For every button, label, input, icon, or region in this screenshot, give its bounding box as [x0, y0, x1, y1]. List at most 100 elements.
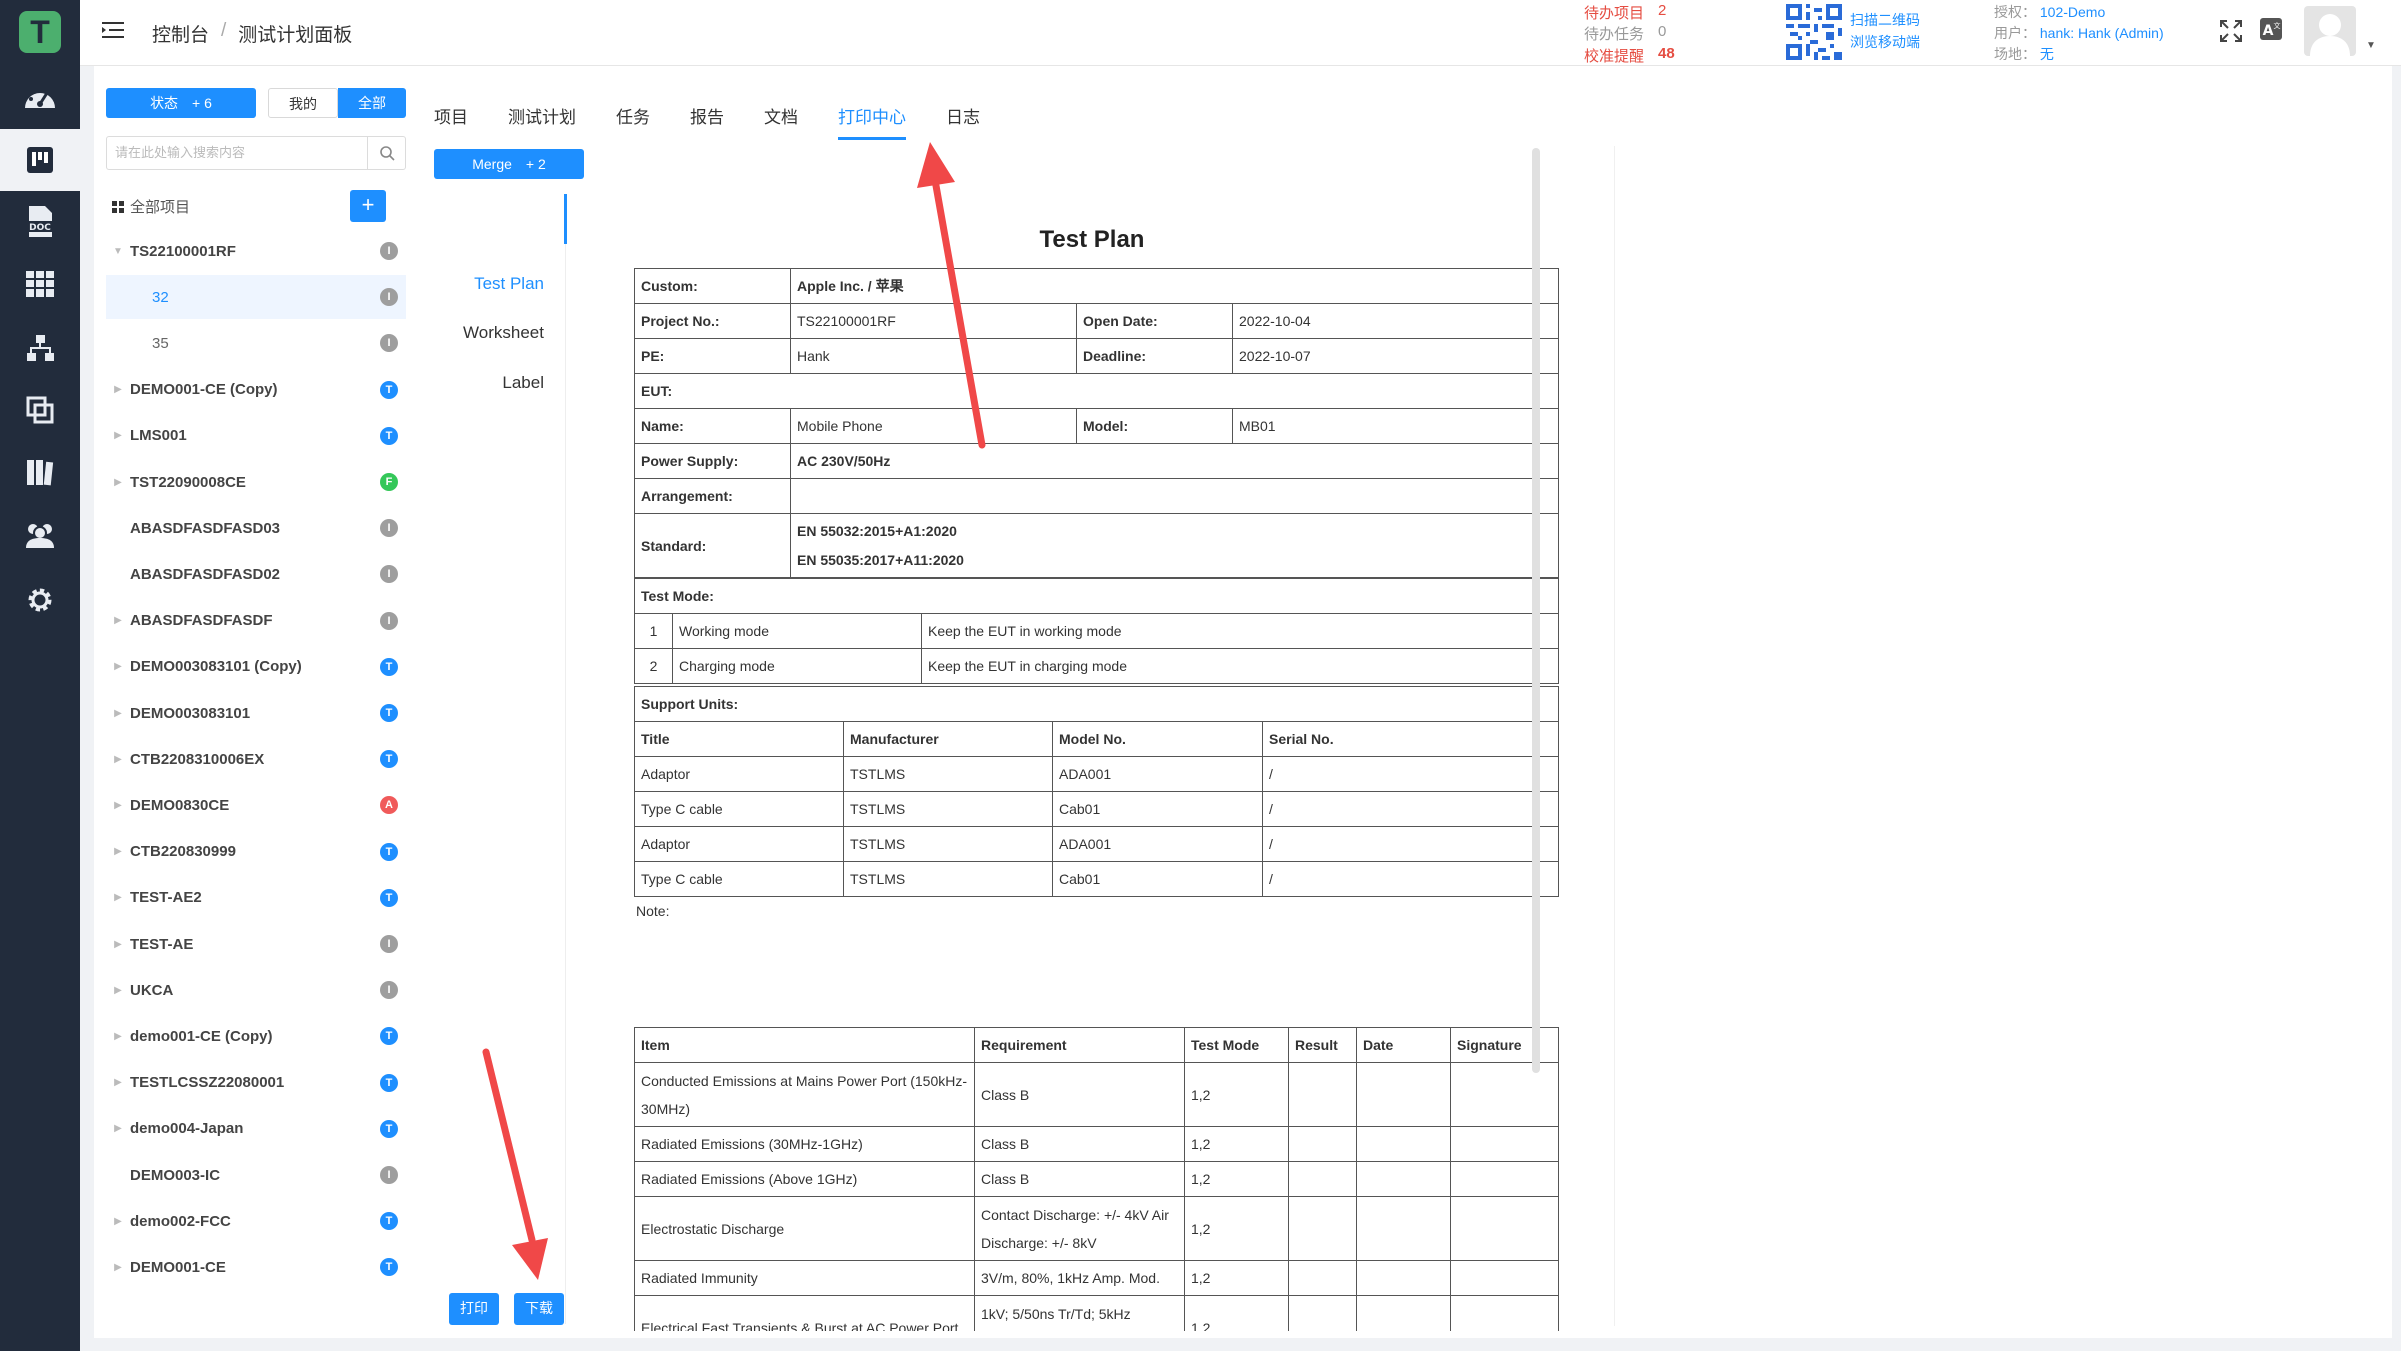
caret-down-icon[interactable]: ▼ — [106, 246, 130, 257]
download-button[interactable]: 下载 — [514, 1293, 564, 1325]
tree-item[interactable]: ▶ UKCA I — [106, 968, 406, 1012]
caret-right-icon[interactable]: ▶ — [106, 1123, 130, 1134]
all-filter-button[interactable]: 全部 — [338, 88, 406, 118]
breadcrumb-home[interactable]: 控制台 — [152, 20, 209, 47]
app-logo[interactable]: T — [19, 11, 61, 53]
user-value[interactable]: hank: Hank (Admin) — [2040, 25, 2164, 41]
custom-label: Custom: — [634, 268, 791, 304]
caret-right-icon[interactable]: ▶ — [106, 892, 130, 903]
tab-item[interactable]: 项目 — [434, 96, 468, 140]
tree-item[interactable]: ▶ DEMO001-CE (Copy) T — [106, 368, 406, 412]
tree-item[interactable]: ▶ DEMO0830CE A — [106, 783, 406, 827]
tab-item[interactable]: 报告 — [690, 96, 724, 140]
tree-item[interactable]: ▶ DEMO003083101 (Copy) T — [106, 645, 406, 689]
merge-button[interactable]: Merge + 2 — [434, 149, 584, 179]
status-filter-button[interactable]: 状态 + 6 — [106, 88, 256, 118]
tree-item[interactable]: ▶ TST22090008CE F — [106, 460, 406, 504]
tab-item[interactable]: 任务 — [616, 96, 650, 140]
caret-right-icon[interactable]: ▶ — [106, 384, 130, 395]
library-icon[interactable] — [20, 452, 60, 492]
users-icon[interactable] — [20, 515, 60, 555]
mobile-link[interactable]: 浏览移动端 — [1850, 32, 1920, 52]
caret-right-icon[interactable]: ▶ — [106, 754, 130, 765]
doc-icon[interactable]: DOC — [20, 202, 60, 242]
site-value[interactable]: 无 — [2040, 46, 2054, 62]
table-cell: TSTLMS — [843, 826, 1053, 862]
caret-right-icon[interactable]: ▶ — [106, 661, 130, 672]
tree-item[interactable]: ▶ TEST-AE2 T — [106, 876, 406, 920]
tree-item[interactable]: 32 I — [106, 275, 406, 320]
tree-item-label: TEST-AE2 — [130, 889, 202, 907]
tree-item[interactable]: ▼ TS22100001RF I — [106, 229, 406, 273]
dashboard-icon[interactable] — [20, 78, 60, 118]
caret-right-icon[interactable]: ▶ — [106, 939, 130, 950]
tree-item[interactable]: ▶ CTB220830999 T — [106, 830, 406, 874]
tree-item[interactable]: ▶ DEMO003083101 T — [106, 691, 406, 735]
table-icon[interactable] — [20, 264, 60, 304]
caret-right-icon[interactable]: ▶ — [106, 708, 130, 719]
add-project-button[interactable]: + — [350, 190, 386, 222]
nav-label[interactable]: Label — [502, 373, 544, 393]
document-scrollbar[interactable] — [1532, 148, 1540, 1073]
tab-item[interactable]: 文档 — [764, 96, 798, 140]
caret-right-icon[interactable]: ▶ — [106, 477, 130, 488]
tree-item[interactable]: ABASDFASDFASD03 I — [106, 506, 406, 550]
caret-down-icon[interactable]: ▼ — [2366, 40, 2376, 51]
pending-projects-stat[interactable]: 待办项目 2 — [1584, 2, 1666, 23]
tree-item[interactable]: ▶ TESTLCSSZ22080001 T — [106, 1061, 406, 1105]
tree-item[interactable]: ▶ ABASDFASDFASDF I — [106, 599, 406, 643]
search-icon[interactable] — [367, 137, 405, 169]
caret-right-icon[interactable]: ▶ — [106, 1262, 130, 1273]
settings-icon[interactable] — [20, 580, 60, 620]
mode-no: 1 — [634, 613, 673, 649]
caret-right-icon[interactable]: ▶ — [106, 615, 130, 626]
custom-value: Apple Inc. / 苹果 — [790, 268, 1559, 304]
mode-desc: Keep the EUT in working mode — [921, 613, 1559, 649]
menu-toggle-icon[interactable] — [102, 20, 124, 45]
table-cell: / — [1262, 791, 1559, 827]
translate-icon[interactable]: A文 — [2260, 18, 2284, 47]
caret-right-icon[interactable]: ▶ — [106, 985, 130, 996]
print-button[interactable]: 打印 — [449, 1293, 499, 1325]
qr-code-icon[interactable] — [1786, 4, 1842, 65]
tab-item[interactable]: 打印中心 — [838, 96, 906, 140]
tree-item[interactable]: ABASDFASDFASD02 I — [106, 552, 406, 596]
item-test-mode: 1,2 — [1184, 1196, 1289, 1261]
caret-right-icon[interactable]: ▶ — [106, 1077, 130, 1088]
status-badge: T — [380, 888, 398, 907]
tree-item-label: DEMO001-CE — [130, 1258, 226, 1276]
copy-icon[interactable] — [20, 390, 60, 430]
table-row: Adaptor TSTLMS ADA001/ — [634, 756, 1559, 792]
calibration-reminder-stat[interactable]: 校准提醒 48 — [1584, 45, 1675, 66]
avatar[interactable] — [2304, 6, 2356, 56]
hierarchy-icon[interactable] — [20, 328, 60, 368]
mine-filter-button[interactable]: 我的 — [268, 88, 338, 118]
status-badge: I — [380, 565, 398, 584]
tree-item[interactable]: ▶ TEST-AE I — [106, 922, 406, 966]
table-row: Conducted Emissions at Mains Power Port … — [634, 1062, 1559, 1127]
pending-tasks-stat[interactable]: 待办任务 0 — [1584, 23, 1666, 44]
caret-right-icon[interactable]: ▶ — [106, 846, 130, 857]
tab-item[interactable]: 日志 — [946, 96, 980, 140]
nav-worksheet[interactable]: Worksheet — [463, 323, 544, 343]
caret-right-icon[interactable]: ▶ — [106, 1216, 130, 1227]
tab-item[interactable]: 测试计划 — [508, 96, 576, 140]
tree-item[interactable]: ▶ demo002-FCC T — [106, 1199, 406, 1243]
tree-item[interactable]: ▶ DEMO001-CE T — [106, 1245, 406, 1289]
tree-item[interactable]: ▶ CTB2208310006EX T — [106, 737, 406, 781]
nav-test-plan[interactable]: Test Plan — [474, 274, 544, 294]
tree-item[interactable]: ▶ demo004-Japan T — [106, 1107, 406, 1151]
board-icon[interactable] — [0, 129, 80, 191]
scan-qr-link[interactable]: 扫描二维码 — [1850, 10, 1920, 30]
caret-right-icon[interactable]: ▶ — [106, 800, 130, 811]
search-input[interactable]: 请在此处输入搜索内容 — [106, 136, 406, 170]
tree-item[interactable]: ▶ demo001-CE (Copy) T — [106, 1014, 406, 1058]
caret-right-icon[interactable]: ▶ — [106, 430, 130, 441]
item-signature — [1450, 1260, 1559, 1296]
tree-item[interactable]: DEMO003-IC I — [106, 1153, 406, 1197]
fullscreen-icon[interactable] — [2220, 20, 2242, 47]
caret-right-icon[interactable]: ▶ — [106, 1031, 130, 1042]
tree-item[interactable]: 35 I — [106, 321, 406, 365]
tree-item[interactable]: ▶ LMS001 T — [106, 414, 406, 458]
table-cell: TSTLMS — [843, 756, 1053, 792]
